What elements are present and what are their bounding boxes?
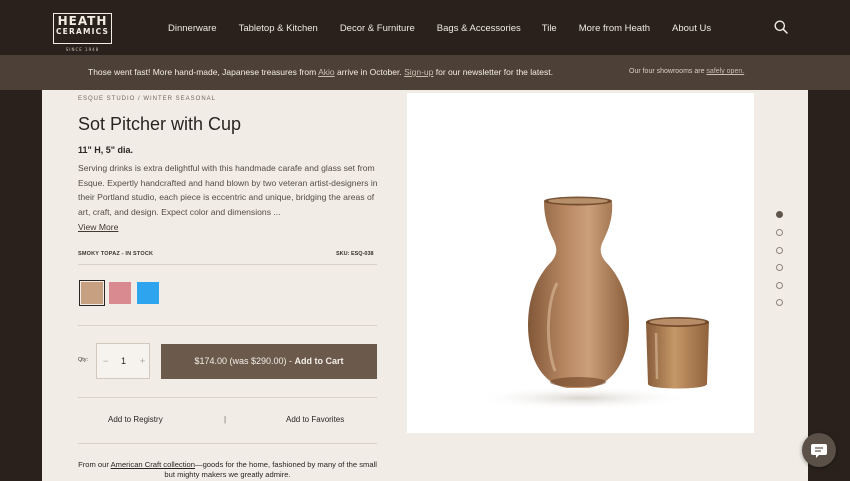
price-text: $174.00 (was $290.00) - — [194, 356, 295, 366]
product-panel: ESQUE STUDIO / WINTER SEASONAL Sot Pitch… — [42, 90, 808, 481]
gallery-dot-1[interactable] — [776, 211, 783, 218]
nav-dinnerware[interactable]: Dinnerware — [168, 23, 217, 34]
gallery-dot-3[interactable] — [776, 247, 783, 254]
banner-link-akio[interactable]: Akio — [318, 67, 335, 77]
gallery-dot-4[interactable] — [776, 264, 783, 271]
add-to-registry-button[interactable]: Add to Registry — [108, 415, 163, 424]
nav-tile[interactable]: Tile — [542, 23, 557, 34]
banner-text-middle: arrive in October. — [334, 67, 405, 77]
action-separator: | — [224, 415, 227, 424]
banner-link-signup[interactable]: Sign-up — [404, 67, 433, 77]
chat-button[interactable] — [802, 433, 836, 467]
logo-line-2: CERAMICS — [55, 27, 110, 36]
banner-message: Those went fast! More hand-made, Japanes… — [88, 67, 553, 77]
showrooms-message: Our four showrooms are safely open. — [629, 68, 744, 75]
swatch-smoky-topaz[interactable] — [78, 279, 106, 307]
quantity-stepper: − 1 + — [96, 343, 150, 379]
banner-text-after: for our newsletter for the latest. — [433, 67, 553, 77]
nav-more-from-heath[interactable]: More from Heath — [579, 23, 650, 34]
add-to-cart-button[interactable]: $174.00 (was $290.00) - Add to Cart — [161, 344, 377, 379]
qty-label: Qty: — [78, 357, 89, 363]
main-nav: Dinnerware Tabletop & Kitchen Decor & Fu… — [168, 23, 711, 34]
collection-note-after: —goods for the home, fashioned by many o… — [164, 460, 377, 479]
divider — [78, 443, 377, 444]
gallery-dot-5[interactable] — [776, 282, 783, 289]
showrooms-link[interactable]: safely open. — [706, 68, 744, 75]
add-to-favorites-button[interactable]: Add to Favorites — [286, 415, 344, 424]
banner-text-before: Those went fast! More hand-made, Japanes… — [88, 67, 319, 77]
collection-note: From our American Craft collection—goods… — [78, 460, 377, 480]
logo-line-3: SINCE 1948 — [65, 47, 100, 52]
product-sku: SKU: ESQ-038 — [336, 251, 374, 257]
nav-bags-accessories[interactable]: Bags & Accessories — [437, 23, 521, 34]
product-title: Sot Pitcher with Cup — [78, 114, 242, 134]
qty-decrease-button[interactable]: − — [103, 356, 108, 366]
divider — [78, 325, 377, 326]
variant-status: SMOKY TOPAZ - IN STOCK — [78, 251, 154, 257]
qty-input[interactable]: 1 — [121, 356, 126, 366]
qty-increase-button[interactable]: + — [140, 356, 145, 366]
add-to-cart-label: Add to Cart — [294, 356, 344, 366]
logo-line-1: HEATH — [57, 14, 108, 28]
swatch-blue[interactable] — [137, 282, 159, 304]
divider — [78, 264, 377, 265]
gallery-dot-6[interactable] — [776, 299, 783, 306]
site-header: HEATH CERAMICS SINCE 1948 Dinnerware Tab… — [0, 0, 850, 55]
breadcrumb[interactable]: ESQUE STUDIO / WINTER SEASONAL — [78, 96, 216, 102]
showrooms-text: Our four showrooms are — [629, 68, 707, 75]
gallery-dot-2[interactable] — [776, 229, 783, 236]
announcement-banner: Those went fast! More hand-made, Japanes… — [0, 55, 850, 175]
chat-icon — [811, 444, 827, 458]
divider — [78, 397, 377, 398]
nav-decor-furniture[interactable]: Decor & Furniture — [340, 23, 415, 34]
view-more-link[interactable]: View More — [78, 222, 118, 232]
swatch-pink[interactable] — [109, 282, 131, 304]
product-dimensions: 11" H, 5" dia. — [78, 145, 134, 155]
american-craft-link[interactable]: American Craft collection — [111, 460, 195, 469]
nav-tabletop-kitchen[interactable]: Tabletop & Kitchen — [239, 23, 318, 34]
pitcher-and-cup-image — [472, 196, 709, 410]
product-image[interactable] — [407, 93, 754, 433]
collection-note-before: From our — [78, 460, 111, 469]
search-icon[interactable] — [774, 20, 788, 34]
nav-about-us[interactable]: About Us — [672, 23, 711, 34]
product-description: Serving drinks is extra delightful with … — [78, 163, 378, 217]
heath-ceramics-logo[interactable]: HEATH CERAMICS SINCE 1948 — [53, 13, 112, 52]
